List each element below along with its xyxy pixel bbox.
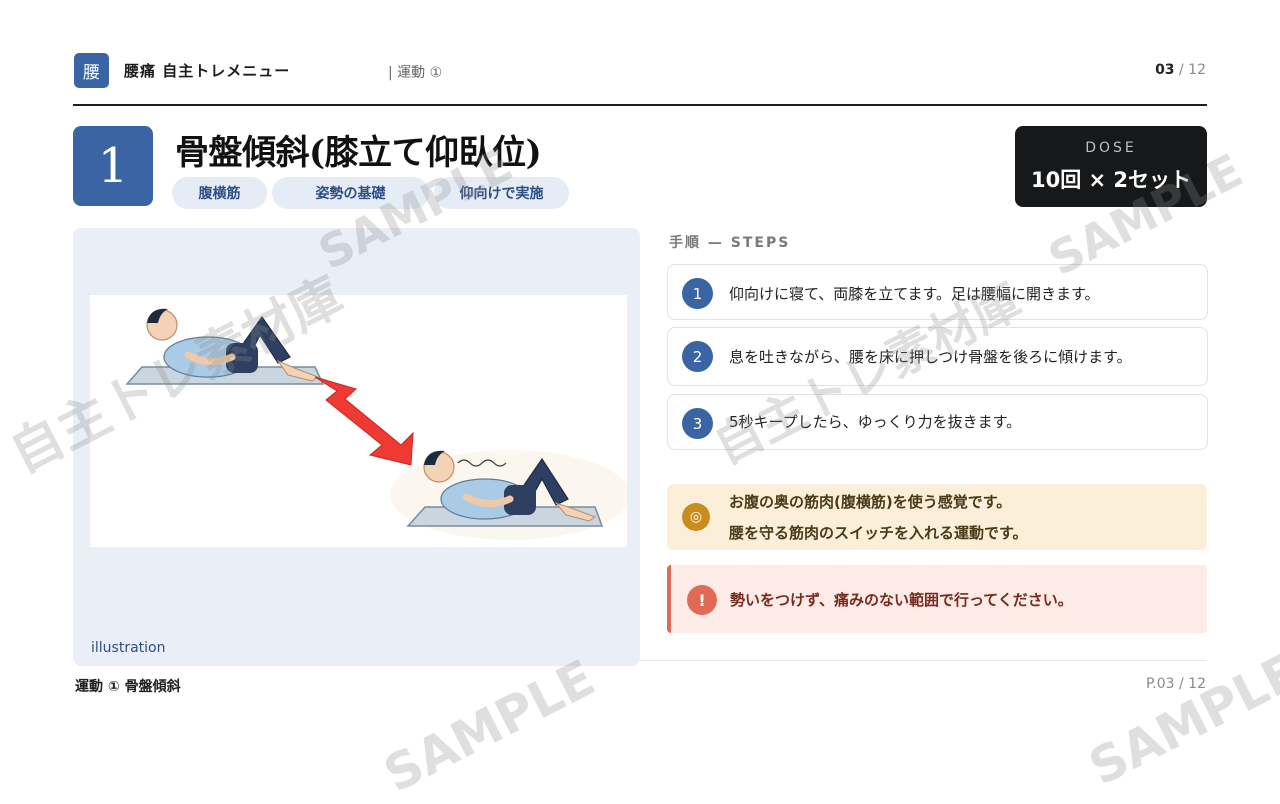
- dose-panel: DOSE 10回 × 2セット: [1015, 126, 1207, 207]
- footer-label: 運動 ① 骨盤傾斜: [75, 679, 181, 695]
- watermark-sample: SAMPLE: [375, 648, 604, 804]
- illustration-image: [90, 295, 630, 547]
- illustration-caption: illustration: [91, 640, 166, 656]
- page-separator: /: [1174, 62, 1189, 78]
- watermark-sample: SAMPLE: [1080, 641, 1280, 797]
- step-item: 1 仰向けに寝て、両膝を立てます。足は腰幅に開きます。: [667, 264, 1208, 320]
- steps-heading: 手順 — STEPS: [669, 235, 791, 251]
- step-number: 3: [682, 408, 713, 439]
- step-text: 仰向けに寝て、両膝を立てます。足は腰幅に開きます。: [729, 285, 1100, 303]
- step-item: 3 5秒キープしたら、ゆっくり力を抜きます。: [667, 394, 1208, 450]
- footer-divider: [640, 660, 1207, 661]
- step-text: 息を吐きながら、腰を床に押しつけ骨盤を後ろに傾けます。: [729, 348, 1132, 366]
- exercise-number-badge: 1: [73, 126, 153, 206]
- target-icon: ◎: [682, 503, 710, 531]
- tag-category: 姿勢の基礎: [272, 177, 429, 209]
- warning-callout: ! 勢いをつけず、痛みのない範囲で行ってください。: [667, 565, 1207, 633]
- step-text: 5秒キープしたら、ゆっくり力を抜きます。: [729, 413, 1022, 431]
- alert-icon: !: [687, 585, 717, 615]
- dose-value: 10回 × 2セット: [1030, 168, 1192, 192]
- page-current: 03: [1155, 62, 1175, 78]
- footer-page: P.03 / 12: [1146, 676, 1206, 692]
- tag-muscle: 腹横筋: [172, 177, 267, 209]
- exercise-illustration: [125, 308, 630, 540]
- step-number: 1: [682, 278, 713, 309]
- tip-line-1: お腹の奥の筋肉(腹横筋)を使う感覚です。: [729, 493, 1012, 511]
- app-title: 腰痛 自主トレメニュー: [124, 62, 291, 80]
- tag-position: 仰向けで実施: [434, 177, 569, 209]
- illustration-panel: illustration: [73, 228, 640, 666]
- app-logo: 腰: [74, 53, 109, 88]
- section-label: | 運動 ①: [388, 65, 443, 81]
- tip-callout: ◎ お腹の奥の筋肉(腹横筋)を使う感覚です。 腰を守る筋肉のスイッチを入れる運動…: [667, 484, 1207, 550]
- page-counter: 03 / 12: [1155, 62, 1206, 78]
- tip-line-2: 腰を守る筋肉のスイッチを入れる運動です。: [729, 524, 1028, 542]
- step-item: 2 息を吐きながら、腰を床に押しつけ骨盤を後ろに傾けます。: [667, 327, 1208, 386]
- page-total: 12: [1188, 62, 1206, 78]
- dose-label: DOSE: [1085, 140, 1137, 156]
- step-number: 2: [682, 341, 713, 372]
- direction-arrow: [314, 376, 414, 466]
- warning-text: 勢いをつけず、痛みのない範囲で行ってください。: [730, 591, 1073, 609]
- exercise-title: 骨盤傾斜(膝立て仰臥位): [175, 133, 542, 173]
- header-divider: [73, 104, 1207, 106]
